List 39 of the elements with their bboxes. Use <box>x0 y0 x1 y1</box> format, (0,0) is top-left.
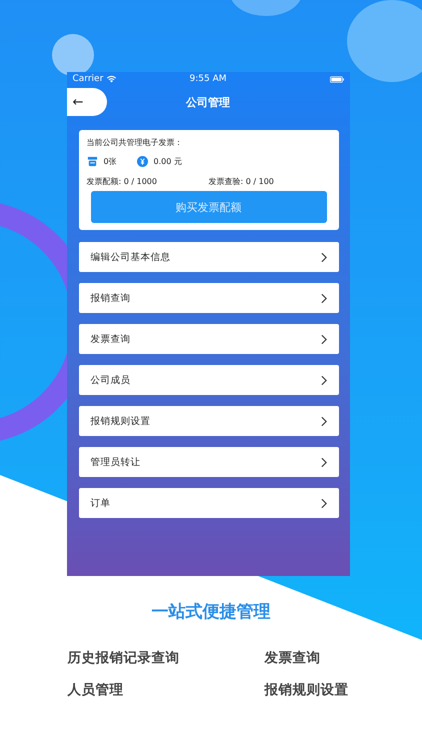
feature-text: 报销规则设置 <box>264 681 350 699</box>
chevron-right-icon <box>320 334 326 344</box>
menu-label: 发票查询 <box>90 332 130 346</box>
menu-label: 管理员转让 <box>90 456 140 468</box>
menu-label: 报销查询 <box>90 292 130 304</box>
invoice-count: 0张 <box>104 156 117 167</box>
menu-label: 报销规则设置 <box>90 414 150 428</box>
menu-item[interactable]: 编辑公司基本信息 <box>78 242 338 272</box>
quota-text: 发票配额: 0 / 1000 <box>86 176 158 187</box>
summary-heading: 当前公司共管理电子发票： <box>86 137 184 148</box>
wifi-icon <box>106 75 118 83</box>
battery-icon <box>330 76 344 82</box>
chevron-right-icon <box>320 498 326 508</box>
menu-label: 订单 <box>90 496 110 510</box>
menu-item[interactable]: 订单 <box>78 488 338 518</box>
feature-text: 历史报销记录查询 <box>68 649 180 667</box>
yuan-coin-icon <box>136 156 148 167</box>
feature-text: 人员管理 <box>68 681 124 699</box>
back-button[interactable]: ← <box>66 88 106 116</box>
menu-label: 编辑公司基本信息 <box>90 250 170 264</box>
status-time: 9:55 AM <box>190 74 226 84</box>
menu-item[interactable]: 公司成员 <box>78 365 338 395</box>
chevron-right-icon <box>320 374 326 386</box>
check-text: 发票查验: 0 / 100 <box>208 176 275 187</box>
screen-title: 公司管理 <box>184 94 231 110</box>
chevron-right-icon <box>320 416 326 426</box>
invoice-amount: 0.00 元 <box>154 156 182 167</box>
chevron-right-icon <box>320 252 326 262</box>
feature-text: 发票查询 <box>264 649 322 667</box>
chevron-right-icon <box>320 292 326 304</box>
menu-item[interactable]: 发票查询 <box>78 324 338 354</box>
menu-item[interactable]: 报销规则设置 <box>78 406 338 436</box>
printer-icon <box>86 156 98 167</box>
menu-item[interactable]: 管理员转让 <box>78 447 338 477</box>
menu-item[interactable]: 报销查询 <box>78 283 338 313</box>
carrier-name: Carrier <box>72 74 104 84</box>
menu-label: 公司成员 <box>90 374 130 386</box>
chevron-right-icon <box>320 456 326 468</box>
promo-headline: 一站式便捷管理 <box>152 601 270 623</box>
